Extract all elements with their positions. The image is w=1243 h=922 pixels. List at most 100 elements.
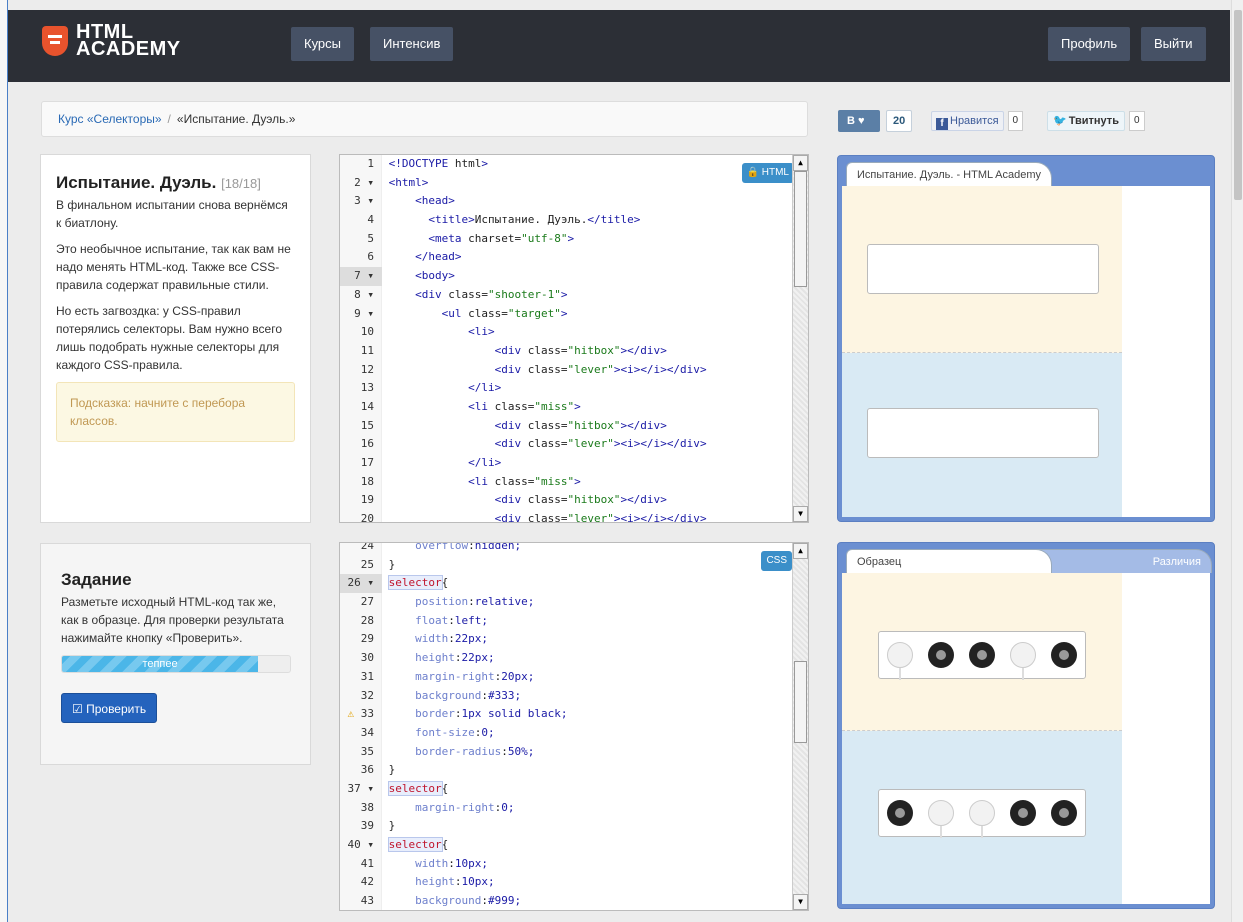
line-code: <html> <box>388 175 429 189</box>
page-scrollbar[interactable] <box>1231 0 1243 922</box>
css-code-lines[interactable]: 24 overflow:hidden; 25 } 26 ▾ selector{27 … <box>340 543 792 910</box>
code-line[interactable]: 42 height:10px; <box>340 873 792 892</box>
code-line[interactable]: 19 <div class="hitbox"></div> <box>340 491 792 510</box>
shooter-1-zone <box>842 186 1122 353</box>
line-number: 39 <box>360 819 374 833</box>
code-line[interactable]: 29 width:22px; <box>340 630 792 649</box>
scroll-up-arrow-icon[interactable]: ▲ <box>793 155 808 171</box>
code-line[interactable]: 16 <div class="lever"><i></i></div> <box>340 435 792 454</box>
code-line[interactable]: 34 font-size:0; <box>340 724 792 743</box>
target-box-2 <box>867 408 1099 458</box>
code-line[interactable]: 43 background:#999; <box>340 892 792 910</box>
tweet-widget[interactable]: 🐦 Твитнуть 0 <box>1047 110 1145 132</box>
code-line[interactable]: 32 background:#333; <box>340 687 792 706</box>
hint-box: Подсказка: начните с перебора классов. <box>56 382 295 442</box>
target-hit-circle <box>1051 642 1077 668</box>
code-line[interactable]: 31 margin-right:20px; <box>340 668 792 687</box>
target-miss-circle <box>887 642 913 680</box>
code-line[interactable]: 2 ▾ <html> <box>340 174 792 193</box>
css-code-editor[interactable]: 24 overflow:hidden; 25 } 26 ▾ selector{27 … <box>339 542 809 911</box>
code-line[interactable]: 6 </head> <box>340 248 792 267</box>
code-line[interactable]: 11 <div class="hitbox"></div> <box>340 342 792 361</box>
line-number: 18 <box>360 474 374 488</box>
code-line[interactable]: 1 <!DOCTYPE html> <box>340 155 792 174</box>
code-line[interactable]: 39 } <box>340 817 792 836</box>
nav-courses-button[interactable]: Курсы <box>291 27 355 61</box>
code-line[interactable]: 4 <title>Испытание. Дуэль.</title> <box>340 211 792 230</box>
code-line[interactable]: 13 </li> <box>340 379 792 398</box>
breadcrumb-course-link[interactable]: Курс «Селекторы» <box>58 112 162 126</box>
line-code: float:left; <box>415 613 488 627</box>
page-scroll-thumb[interactable] <box>1234 10 1242 200</box>
line-code: </li> <box>468 381 502 395</box>
shooter-1-zone <box>842 573 1122 731</box>
target-row-2 <box>878 789 1086 838</box>
vk-like-widget[interactable]: В ♥ 20 <box>838 110 913 132</box>
target-miss-circle <box>928 800 954 838</box>
code-line[interactable]: 8 ▾ <div class="shooter-1"> <box>340 286 792 305</box>
code-line[interactable]: ⚠ 33 border:1px solid black; <box>340 705 792 724</box>
tab-sample[interactable]: Образец <box>846 549 1052 573</box>
sample-preview: Различия Образец <box>837 542 1215 909</box>
code-line[interactable]: 30 height:22px; <box>340 649 792 668</box>
scroll-thumb[interactable] <box>794 661 807 743</box>
scroll-up-arrow-icon[interactable]: ▲ <box>793 543 808 559</box>
code-line[interactable]: 5 <meta charset="utf-8"> <box>340 230 792 249</box>
html-editor-scrollbar[interactable]: ▲ ▼ <box>792 155 808 522</box>
line-number: 36 <box>360 763 374 777</box>
fb-like-button[interactable]: f Нравится <box>931 111 1004 131</box>
html-code-lines[interactable]: 1 <!DOCTYPE html> 2 ▾ <html> 3 ▾ <head> 4 <… <box>340 155 792 522</box>
code-line[interactable]: 18 <li class="miss"> <box>340 473 792 492</box>
line-number: 1 <box>367 157 374 170</box>
code-line[interactable]: 40 ▾ selector{ <box>340 836 792 855</box>
line-number: 2 ▾ <box>354 175 374 189</box>
check-button[interactable]: ☑ Проверить <box>61 693 158 723</box>
code-line[interactable]: 41 width:10px; <box>340 855 792 874</box>
profile-button[interactable]: Профиль <box>1048 27 1131 61</box>
code-line[interactable]: 25 } <box>340 556 792 575</box>
code-line[interactable]: 27 position:relative; <box>340 593 792 612</box>
fb-like-widget[interactable]: f Нравится 0 <box>931 110 1024 132</box>
breadcrumb: Курс «Селекторы» / «Испытание. Дуэль.» <box>41 101 808 137</box>
code-line[interactable]: 26 ▾ selector{ <box>340 574 792 594</box>
vk-like-button[interactable]: В ♥ <box>838 110 880 132</box>
code-line[interactable]: 37 ▾ selector{ <box>340 780 792 799</box>
line-code: selector{ <box>387 575 449 591</box>
fb-like-label: Нравится <box>950 115 999 127</box>
logout-button[interactable]: Выйти <box>1141 27 1206 61</box>
breadcrumb-separator: / <box>167 112 171 126</box>
scroll-thumb[interactable] <box>794 171 807 287</box>
code-line[interactable]: 9 ▾ <ul class="target"> <box>340 305 792 324</box>
line-number: 5 <box>367 231 374 245</box>
code-line[interactable]: 15 <div class="hitbox"></div> <box>340 417 792 436</box>
line-number: 15 <box>360 418 374 432</box>
line-number: 35 <box>360 744 374 758</box>
logo[interactable]: HTML ACADEMY <box>42 22 181 59</box>
code-line[interactable]: 12 <div class="lever"><i></i></div> <box>340 361 792 380</box>
tab-result[interactable]: Испытание. Дуэль. - HTML Academy <box>846 162 1052 186</box>
code-line[interactable]: 3 ▾ <head> <box>340 192 792 211</box>
line-number: 16 <box>360 437 374 451</box>
code-line[interactable]: 35 border-radius:50%; <box>340 743 792 762</box>
code-line[interactable]: 38 margin-right:0; <box>340 799 792 818</box>
code-line[interactable]: 36 } <box>340 761 792 780</box>
code-line[interactable]: 14 <li class="miss"> <box>340 398 792 417</box>
code-line[interactable]: 28 float:left; <box>340 612 792 631</box>
line-code: margin-right:20px; <box>415 669 535 683</box>
code-line[interactable]: 24 overflow:hidden; <box>340 543 792 556</box>
line-code: margin-right:0; <box>415 800 515 814</box>
code-line[interactable]: 7 ▾ <body> <box>340 267 792 286</box>
code-line[interactable]: 17 </li> <box>340 454 792 473</box>
scroll-down-arrow-icon[interactable]: ▼ <box>793 894 808 910</box>
line-number: 25 <box>360 557 374 571</box>
css-editor-scrollbar[interactable]: ▲ ▼ <box>792 543 808 910</box>
scroll-down-arrow-icon[interactable]: ▼ <box>793 506 808 522</box>
line-number: 12 <box>360 362 374 376</box>
html-code-editor[interactable]: 1 <!DOCTYPE html> 2 ▾ <html> 3 ▾ <head> 4 <… <box>339 154 809 523</box>
lesson-title: Испытание. Дуэль. [18/18] <box>56 173 261 192</box>
code-line[interactable]: 20 <div class="lever"><i></i></div> <box>340 510 792 522</box>
line-number: 13 <box>360 381 374 395</box>
tweet-button[interactable]: 🐦 Твитнуть <box>1047 111 1125 131</box>
nav-intensive-button[interactable]: Интенсив <box>370 27 454 61</box>
code-line[interactable]: 10 <li> <box>340 323 792 342</box>
